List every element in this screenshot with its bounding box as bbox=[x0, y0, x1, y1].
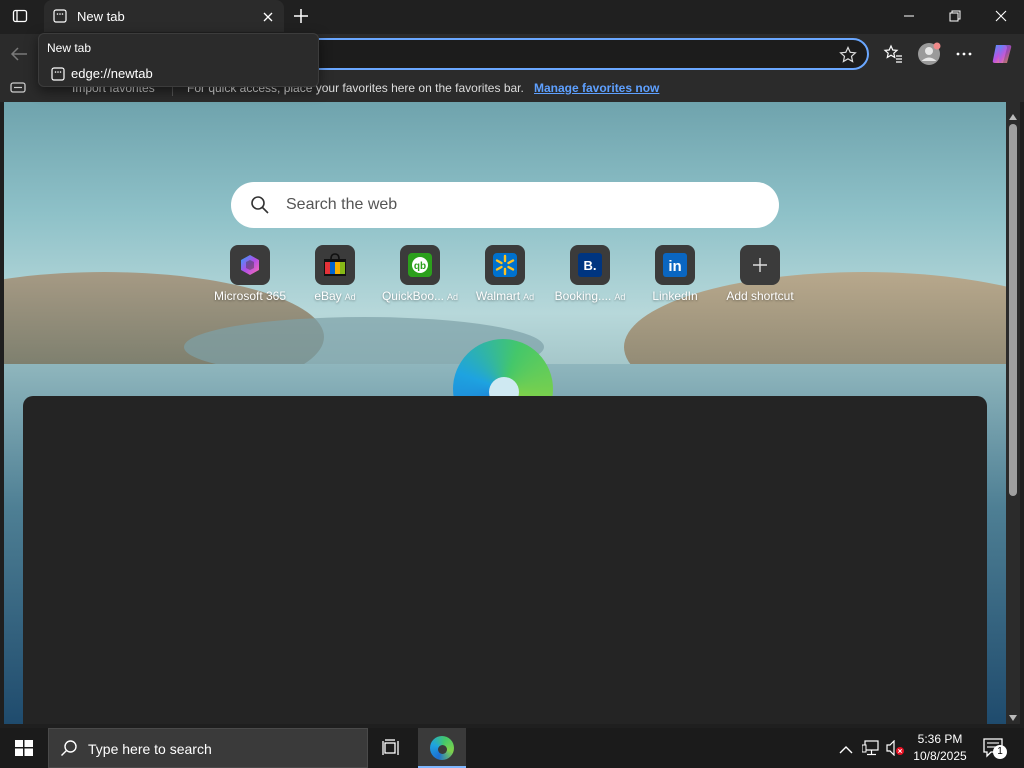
vertical-scrollbar[interactable] bbox=[1006, 102, 1020, 724]
window-close-icon[interactable] bbox=[978, 0, 1024, 32]
add-shortcut-button[interactable]: Add shortcut bbox=[722, 245, 798, 309]
shortcut-label: Microsoft 365 bbox=[213, 289, 287, 303]
tab-page-icon bbox=[53, 9, 67, 23]
clock-date: 10/8/2025 bbox=[913, 749, 967, 763]
search-placeholder: Search the web bbox=[286, 196, 398, 213]
network-icon[interactable] bbox=[861, 740, 880, 756]
web-search-box[interactable]: Search the web bbox=[231, 182, 779, 228]
scrollbar-thumb[interactable] bbox=[1009, 124, 1017, 496]
shortcut-label: Add shortcut bbox=[726, 289, 794, 303]
profile-icon[interactable] bbox=[917, 42, 941, 66]
hover-card-title: New tab bbox=[47, 41, 92, 55]
ad-badge: Ad bbox=[523, 292, 535, 302]
sidebar-toggle-icon[interactable] bbox=[12, 8, 28, 24]
booking-icon: B. bbox=[570, 245, 610, 285]
tab-hover-card: New tab edge://newtab bbox=[38, 33, 319, 87]
content-feed-panel bbox=[23, 396, 987, 724]
plus-icon[interactable] bbox=[292, 7, 310, 25]
notification-icon[interactable]: 1 bbox=[983, 738, 1007, 760]
title-bar: New tab bbox=[0, 0, 1024, 34]
ad-badge: Ad bbox=[614, 292, 626, 302]
ad-badge: Ad bbox=[344, 292, 356, 302]
shortcut-label: QuickBoo... bbox=[381, 289, 444, 303]
clock-time: 5:36 PM bbox=[917, 732, 963, 746]
shortcut-label: eBay bbox=[314, 289, 342, 303]
linkedin-icon: in bbox=[655, 245, 695, 285]
shortcut-quickbooks[interactable]: qb QuickBoo... Ad bbox=[382, 245, 458, 309]
close-icon[interactable] bbox=[262, 10, 274, 22]
walmart-icon bbox=[485, 245, 525, 285]
quickbooks-icon: qb bbox=[400, 245, 440, 285]
ebay-bag-icon bbox=[315, 245, 355, 285]
tab-page-icon bbox=[51, 67, 65, 81]
search-icon bbox=[250, 195, 270, 215]
shortcut-label: LinkedIn bbox=[652, 289, 698, 303]
scroll-up-icon[interactable] bbox=[1009, 107, 1017, 120]
shortcut-linkedin[interactable]: in LinkedIn bbox=[637, 245, 713, 309]
svg-text:B.: B. bbox=[584, 258, 597, 273]
plus-icon bbox=[740, 245, 780, 285]
favorites-icon[interactable] bbox=[883, 44, 903, 64]
taskbar-search-placeholder: Type here to search bbox=[88, 741, 212, 757]
shortcut-ebay[interactable]: eBay Ad bbox=[297, 245, 373, 309]
star-icon[interactable] bbox=[839, 46, 857, 64]
windows-taskbar: Type here to search 5:36 PM 10/8/2025 1 bbox=[0, 728, 1024, 768]
svg-text:in: in bbox=[668, 258, 681, 275]
back-icon[interactable] bbox=[9, 45, 29, 63]
svg-text:qb: qb bbox=[414, 261, 426, 272]
shortcut-label: Booking.... bbox=[554, 289, 612, 303]
import-favorites-icon[interactable] bbox=[10, 81, 26, 95]
tab-title: New tab bbox=[77, 9, 125, 24]
edge-icon bbox=[430, 736, 454, 760]
shortcut-microsoft-365[interactable]: Microsoft 365 bbox=[212, 245, 288, 309]
search-icon bbox=[60, 739, 78, 757]
taskbar-edge-button[interactable] bbox=[418, 728, 466, 768]
restore-icon[interactable] bbox=[932, 0, 978, 32]
shortcut-booking[interactable]: B. Booking.... Ad bbox=[552, 245, 628, 309]
shortcut-label: Walmart bbox=[475, 289, 521, 303]
microsoft-365-icon bbox=[230, 245, 270, 285]
notification-badge: 1 bbox=[993, 745, 1007, 759]
manage-favorites-link[interactable]: Manage favorites now bbox=[534, 81, 659, 95]
copilot-icon[interactable] bbox=[990, 42, 1014, 66]
minimize-icon[interactable] bbox=[886, 0, 932, 32]
hover-card-url: edge://newtab bbox=[71, 66, 153, 81]
new-tab-page: Search the web Microsoft 365 eBay Ad qb Q… bbox=[4, 102, 1006, 724]
task-view-icon[interactable] bbox=[382, 739, 402, 757]
windows-icon[interactable] bbox=[15, 740, 33, 756]
volume-muted-icon[interactable] bbox=[886, 739, 906, 757]
chevron-up-icon[interactable] bbox=[839, 742, 853, 754]
tab-new-tab[interactable]: New tab bbox=[44, 0, 284, 32]
taskbar-search-box[interactable]: Type here to search bbox=[48, 728, 368, 768]
more-icon[interactable] bbox=[955, 45, 973, 63]
shortcut-walmart[interactable]: Walmart Ad bbox=[467, 245, 543, 309]
scroll-down-icon[interactable] bbox=[1009, 708, 1017, 721]
